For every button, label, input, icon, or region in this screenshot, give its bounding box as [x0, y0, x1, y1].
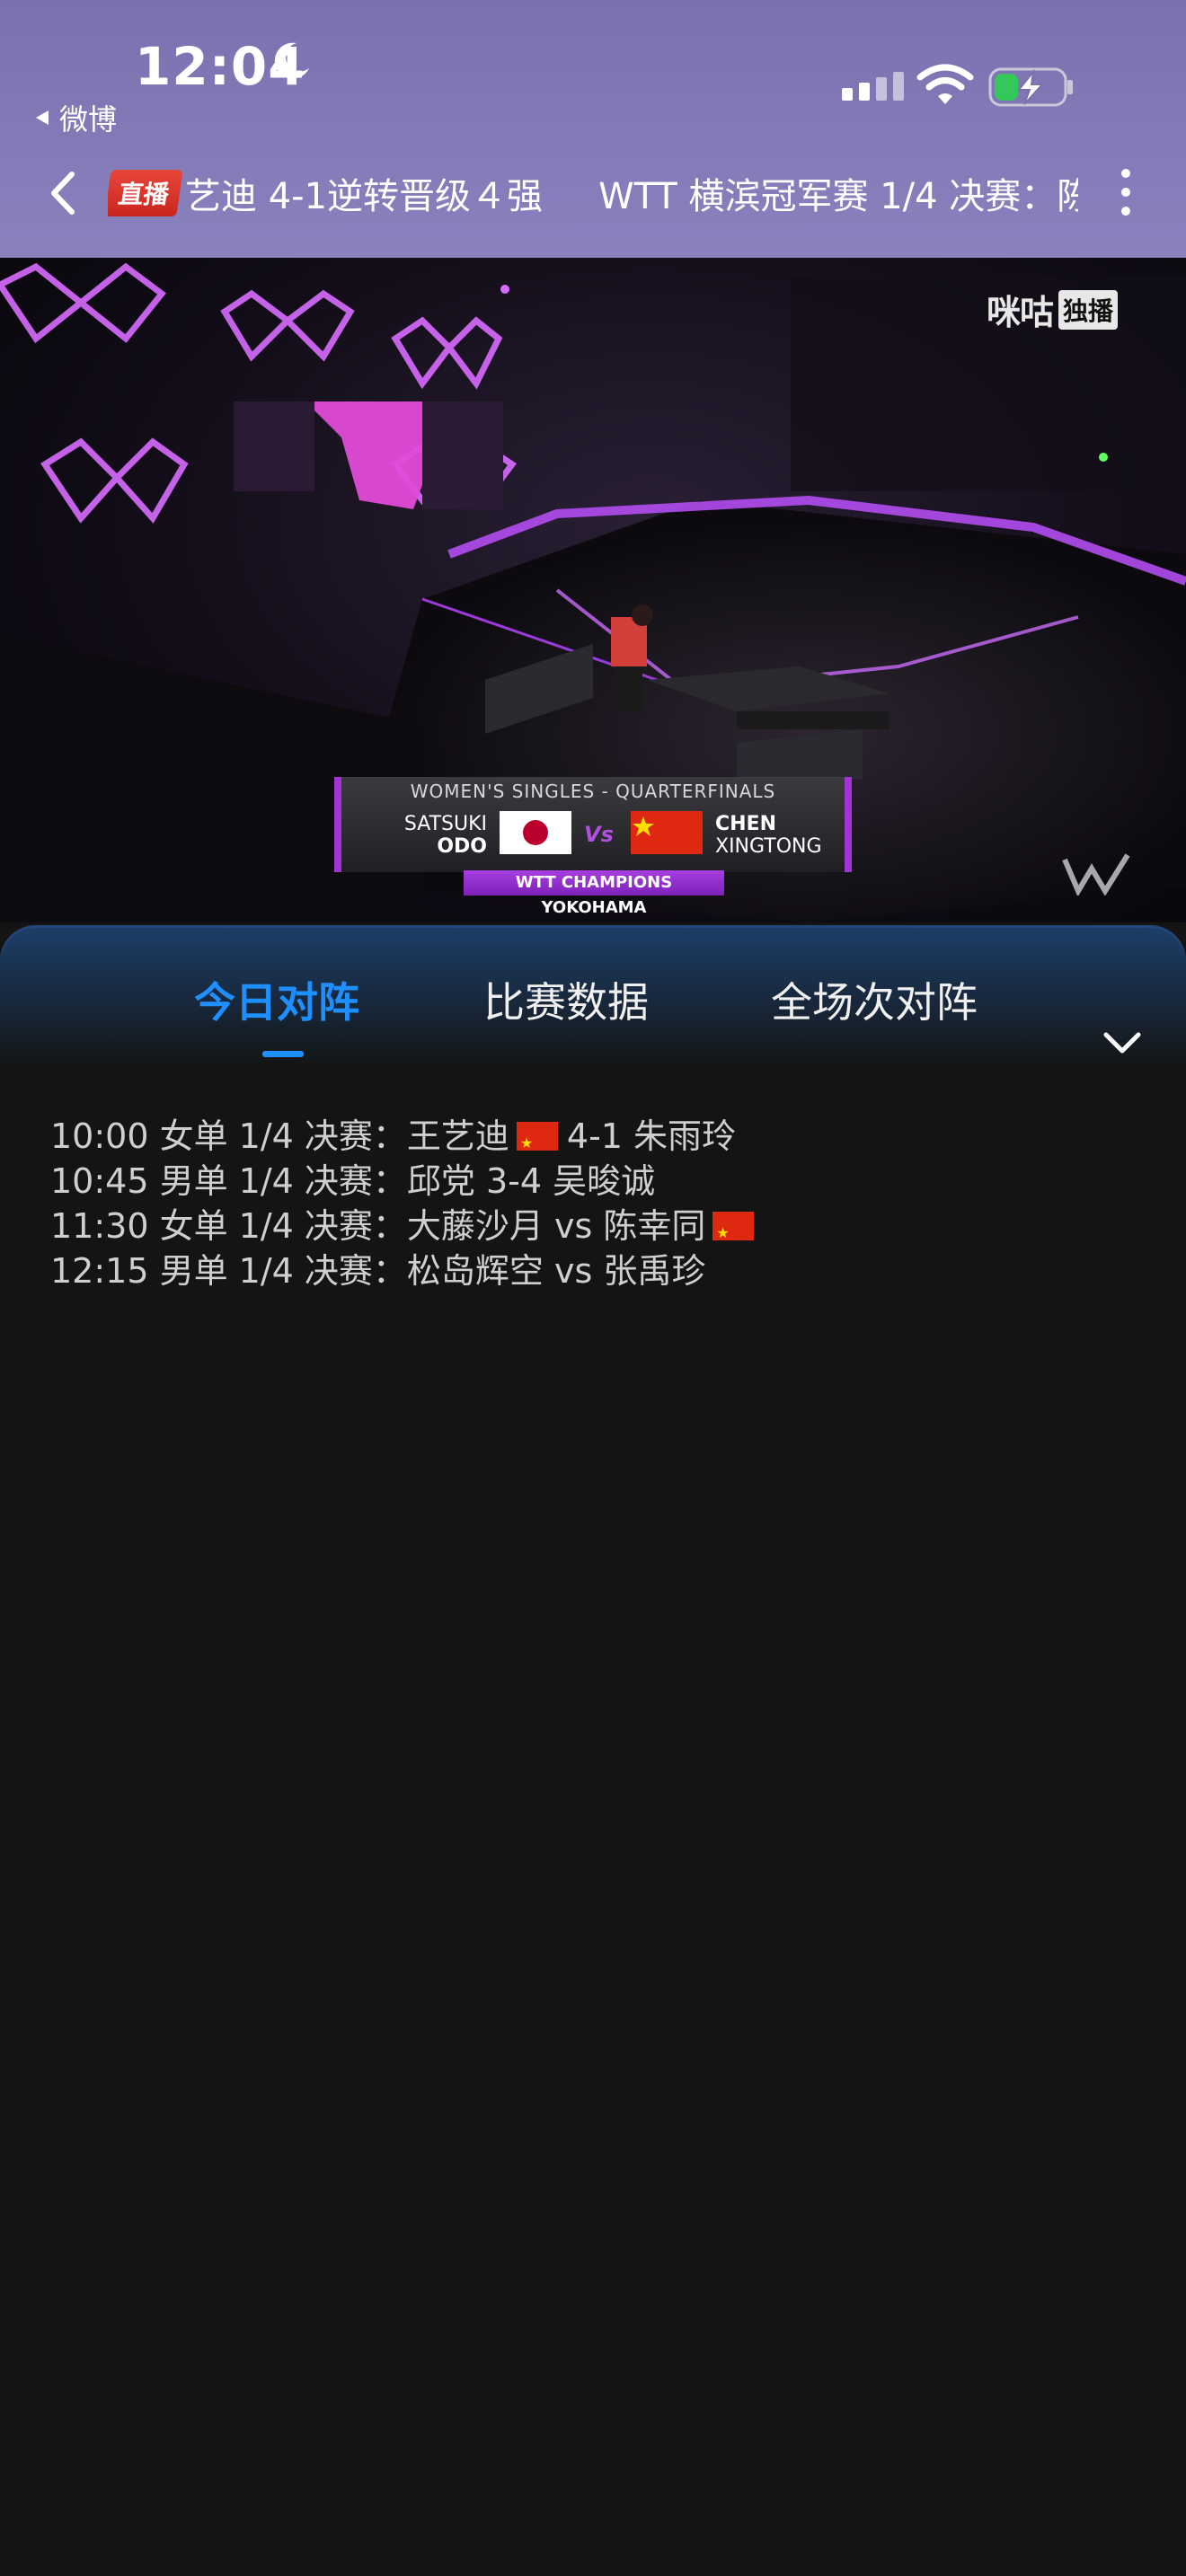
- schedule-text: 10:45 男单 1/4 决赛：邱党 3-4 吴晙诚: [50, 1161, 656, 1201]
- china-flag-icon: [712, 1211, 755, 1256]
- migu-exclusive-tag: 独播: [1058, 289, 1119, 330]
- moon-icon: [274, 42, 309, 79]
- china-flag-icon: [516, 1121, 558, 1166]
- schedule-text: 12:15 男单 1/4 决赛：松岛辉空 vs 张禹珍: [50, 1251, 706, 1291]
- schedule-row: 10:45 男单 1/4 决赛：邱党 3-4 吴晙诚: [50, 1159, 1128, 1204]
- ticker-headline: 艺迪 4-1逆转晋级４强: [185, 176, 544, 217]
- back-app-label: 微博: [59, 102, 118, 137]
- active-tab-indicator: [262, 1051, 304, 1057]
- back-to-app-link[interactable]: 微博: [32, 97, 117, 138]
- player1-first-name: SATSUKI: [403, 813, 487, 835]
- live-badge: 直播: [108, 170, 183, 216]
- cellular-signal-icon: [842, 72, 904, 101]
- event-banner: WTT CHAMPIONS YOKOHAMA: [464, 870, 724, 917]
- back-arrow-icon[interactable]: [45, 169, 81, 217]
- ticker-headline-next: WTT 横滨冠军赛 1/4 决赛：陈: [598, 176, 1078, 217]
- schedule-list: 10:00 女单 1/4 决赛：王艺迪 4-1 朱雨玲 10:45 男单 1/4…: [50, 1114, 1128, 1293]
- migu-watermark: 咪咕 独播: [987, 285, 1119, 334]
- tab-match-stats[interactable]: 比赛数据: [483, 970, 649, 1029]
- player1-name: SATSUKI ODO: [397, 813, 487, 858]
- wtt-logo-icon: [1062, 853, 1130, 895]
- player2-name: CHEN XINGTONG: [715, 813, 822, 858]
- title-ticker[interactable]: 直播 艺迪 4-1逆转晋级４强 WTT 横滨冠军赛 1/4 决赛：陈: [108, 162, 1078, 225]
- tab-all-matches[interactable]: 全场次对阵: [771, 970, 978, 1029]
- tab-today-matches[interactable]: 今日对阵: [194, 970, 359, 1029]
- schedule-row: 10:00 女单 1/4 决赛：王艺迪 4-1 朱雨玲: [50, 1114, 1128, 1166]
- versus-label: Vs: [584, 822, 614, 847]
- battery-charging-icon: [988, 67, 1073, 107]
- video-player[interactable]: 咪咕 独播 WOMEN'S SINGLES - QUARTERFINALS SA…: [0, 258, 1186, 922]
- chevron-down-icon[interactable]: [1102, 1029, 1143, 1056]
- schedule-row: 11:30 女单 1/4 决赛：大藤沙月 vs 陈幸同: [50, 1204, 1128, 1256]
- schedule-text: 4-1 朱雨玲: [566, 1116, 737, 1156]
- back-triangle-icon: [36, 110, 49, 125]
- china-flag-icon: [631, 811, 703, 854]
- schedule-text: 10:00 女单 1/4 决赛：王艺迪: [50, 1116, 509, 1156]
- content-panel: 今日对阵 比赛数据 全场次对阵 10:00 女单 1/4 决赛：王艺迪 4-1 …: [0, 925, 1186, 2576]
- schedule-text: 11:30 女单 1/4 决赛：大藤沙月 vs 陈幸同: [50, 1206, 706, 1246]
- scoreboard-overlay: WOMEN'S SINGLES - QUARTERFINALS SATSUKI …: [334, 777, 852, 872]
- japan-flag-icon: [500, 811, 571, 854]
- top-header: 12:04 微博 直播 艺迪 4-1逆转晋级４强 WTT 横滨冠军赛 1/4 决…: [0, 0, 1186, 258]
- wifi-icon: [916, 64, 974, 104]
- schedule-row: 12:15 男单 1/4 决赛：松岛辉空 vs 张禹珍: [50, 1248, 1128, 1293]
- player1-last-name: ODO: [437, 835, 487, 858]
- more-vertical-icon[interactable]: [1114, 169, 1137, 216]
- player2-first-name: XINGTONG: [715, 835, 822, 858]
- player2-last-name: CHEN: [715, 813, 776, 835]
- tab-bar: 今日对阵 比赛数据 全场次对阵: [0, 970, 1186, 1054]
- migu-logo-text: 咪咕: [987, 293, 1054, 332]
- scoreboard-title: WOMEN'S SINGLES - QUARTERFINALS: [410, 781, 776, 802]
